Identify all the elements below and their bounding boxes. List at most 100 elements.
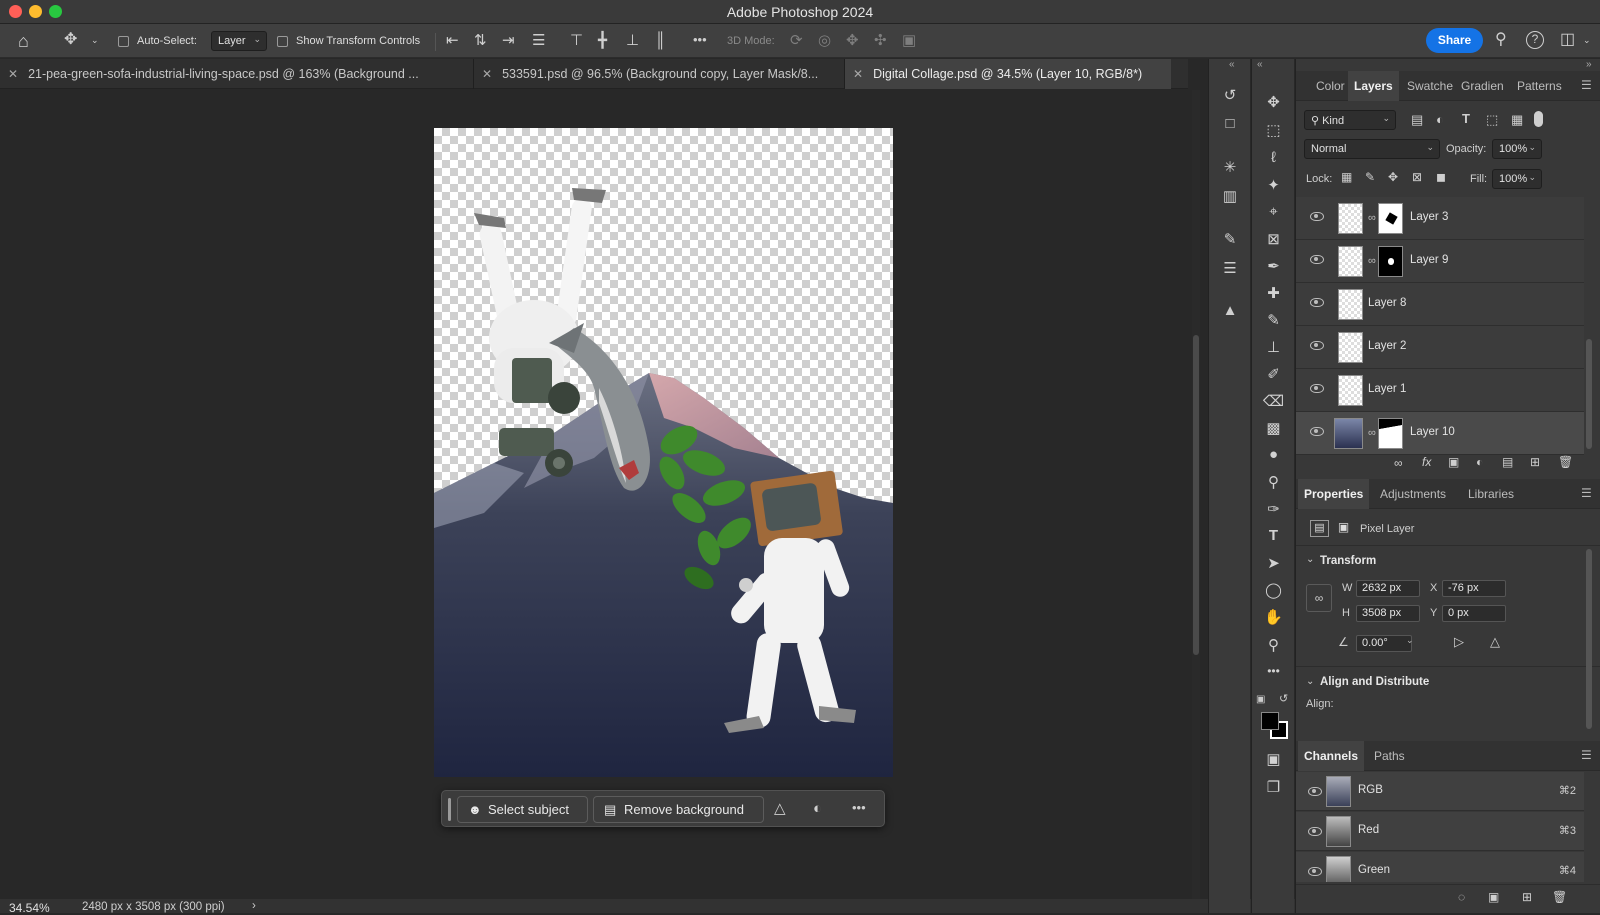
document-canvas[interactable] — [434, 128, 893, 777]
default-colors-icon[interactable]: ▣ — [1256, 694, 1265, 705]
eye-icon[interactable] — [1310, 255, 1324, 264]
delete-channel-icon[interactable]: 🗑 — [1552, 891, 1567, 903]
eyedropper-icon[interactable]: ✒ — [1252, 257, 1295, 275]
tab-adjustments[interactable]: Adjustments — [1374, 479, 1452, 509]
fx-icon[interactable]: fx — [1422, 456, 1431, 468]
adjustment-icon[interactable]: ◐ — [813, 801, 822, 816]
filter-type-icon[interactable]: T — [1462, 112, 1470, 125]
lock-artboard-icon[interactable]: ⊠ — [1412, 171, 1422, 183]
layer-row-selected[interactable]: ∞ Layer 10 — [1296, 412, 1584, 455]
history-brush-icon[interactable]: ✐ — [1252, 365, 1295, 383]
layer-thumbnail[interactable] — [1334, 418, 1363, 449]
lasso-tool-icon[interactable]: ℓ — [1252, 149, 1295, 166]
panel-menu-icon[interactable]: ☰ — [1581, 748, 1592, 762]
path-select-icon[interactable]: ➤ — [1252, 554, 1295, 572]
transform-icon[interactable]: △ — [774, 801, 786, 816]
layer-row[interactable]: Layer 1 — [1296, 369, 1584, 412]
channel-row[interactable]: Green ⌘4 — [1296, 852, 1584, 882]
home-icon[interactable]: ⌂ — [18, 32, 29, 50]
document-tab-1[interactable]: ✕ 21-pea-green-sofa-industrial-living-spa… — [0, 59, 472, 89]
drag-handle[interactable] — [448, 798, 451, 821]
adjust-sliders-icon[interactable]: ☰ — [1209, 259, 1251, 277]
gradient-tool-icon[interactable]: ▩ — [1252, 419, 1295, 437]
chevron-down-icon[interactable]: ⌄ — [1306, 554, 1314, 565]
layer-name[interactable]: Layer 9 — [1410, 254, 1448, 266]
layer-mask-thumbnail[interactable] — [1378, 203, 1403, 234]
align-center-icon[interactable]: ⇅ — [474, 33, 487, 48]
angle-field[interactable]: 0.00° — [1356, 635, 1412, 652]
layer-name[interactable]: Layer 2 — [1368, 340, 1406, 352]
filter-shape-icon[interactable]: ⬚ — [1486, 113, 1498, 126]
chevron-right-icon[interactable]: › — [252, 900, 256, 912]
flip-horizontal-icon[interactable]: ▷ — [1454, 635, 1464, 648]
histogram-icon[interactable]: ▥ — [1209, 187, 1251, 205]
eye-icon[interactable] — [1308, 787, 1322, 796]
help-icon[interactable]: ? — [1526, 31, 1544, 49]
link-layers-icon[interactable]: ∞ — [1394, 457, 1403, 469]
layer-mask-thumbnail[interactable] — [1378, 246, 1403, 277]
distribute-icon[interactable]: ☰ — [532, 33, 545, 48]
y-position-field[interactable]: 0 px — [1442, 605, 1506, 622]
chevron-down-icon[interactable]: ⌄ — [91, 36, 99, 45]
new-layer-icon[interactable]: ⊞ — [1530, 456, 1540, 468]
more-options-icon[interactable]: ••• — [693, 33, 707, 46]
lock-all-icon[interactable]: ◼ — [1436, 171, 1446, 183]
layer-row[interactable]: Layer 8 — [1296, 283, 1584, 326]
align-right-icon[interactable]: ⇥ — [502, 33, 515, 48]
eye-icon[interactable] — [1310, 212, 1324, 221]
flip-vertical-icon[interactable]: △ — [1490, 635, 1500, 648]
filter-toggle-icon[interactable] — [1534, 111, 1543, 127]
blend-mode-dropdown[interactable]: Normal ⌄ — [1304, 139, 1440, 159]
layer-name[interactable]: Layer 10 — [1410, 426, 1455, 438]
tab-layers[interactable]: Layers — [1348, 71, 1399, 101]
collapse-arrows-icon[interactable]: « — [1229, 59, 1235, 70]
new-adjustment-icon[interactable]: ◐ — [1476, 456, 1483, 468]
ellipse-tool-icon[interactable]: ◯ — [1252, 581, 1295, 599]
auto-select-dropdown[interactable]: Layer ⌄ — [211, 31, 267, 51]
move-tool-icon[interactable]: ✥ — [64, 32, 77, 48]
healing-brush-icon[interactable]: ✚ — [1252, 284, 1295, 302]
marquee-tool-icon[interactable]: ⬚ — [1252, 121, 1295, 139]
layer-thumbnail[interactable] — [1338, 246, 1363, 277]
swap-colors-icon[interactable]: ↺ — [1279, 692, 1288, 705]
show-transform-checkbox[interactable] — [277, 36, 288, 47]
mask-icon[interactable]: ▣ — [1334, 520, 1353, 537]
vertical-scrollbar[interactable] — [1192, 90, 1200, 900]
align-left-icon[interactable]: ⇤ — [446, 33, 459, 48]
tab-paths[interactable]: Paths — [1368, 741, 1411, 771]
add-mask-icon[interactable]: ▣ — [1448, 456, 1459, 468]
layer-thumbnail[interactable] — [1338, 289, 1363, 320]
chevron-down-icon[interactable]: ⌄ — [1306, 676, 1314, 687]
lock-position-icon[interactable]: ✥ — [1388, 171, 1398, 183]
collapse-arrows-icon[interactable]: « — [1257, 59, 1263, 70]
crop-tool-icon[interactable]: ⌖ — [1252, 203, 1295, 220]
lock-transparent-icon[interactable]: ▦ — [1341, 171, 1352, 183]
collapse-arrows-icon[interactable]: » — [1586, 59, 1592, 70]
eraser-icon[interactable]: ⌫ — [1252, 392, 1295, 410]
foreground-color-swatch[interactable] — [1261, 712, 1279, 730]
select-subject-button[interactable]: ☻ Select subject — [457, 796, 588, 823]
align-middle-icon[interactable]: ╋ — [598, 33, 607, 48]
tab-swatches[interactable]: Swatche — [1401, 71, 1459, 101]
layer-name[interactable]: Layer 1 — [1368, 383, 1406, 395]
link-icon[interactable]: ∞ — [1368, 427, 1376, 439]
save-selection-icon[interactable]: ▣ — [1488, 891, 1499, 903]
share-button[interactable]: Share — [1426, 28, 1483, 53]
stamp-tool-icon[interactable]: ⊥ — [1252, 338, 1295, 356]
tab-properties[interactable]: Properties — [1298, 479, 1370, 509]
zoom-tool-icon[interactable]: ⚲ — [1252, 636, 1295, 654]
link-icon[interactable]: ∞ — [1368, 212, 1376, 224]
screen-mode-icon[interactable]: ❐ — [1252, 778, 1295, 796]
tab-patterns[interactable]: Patterns — [1511, 71, 1568, 101]
document-tab-2[interactable]: ✕ 533591.psd @ 96.5% (Background copy, La… — [473, 59, 843, 89]
new-channel-icon[interactable]: ⊞ — [1522, 891, 1532, 903]
brush-tool-icon[interactable]: ✎ — [1252, 311, 1295, 329]
layer-row[interactable]: Layer 2 — [1296, 326, 1584, 369]
channel-row[interactable]: Red ⌘3 — [1296, 812, 1584, 851]
transform-section-title[interactable]: Transform — [1320, 555, 1376, 567]
type-tool-icon[interactable]: T — [1252, 527, 1295, 544]
workspace-icon[interactable]: ◫ — [1560, 32, 1575, 48]
magic-wand-icon[interactable]: ✦ — [1252, 176, 1295, 194]
comments-icon[interactable]: □ — [1209, 115, 1251, 132]
3d-cube-icon[interactable]: ▲ — [1209, 302, 1251, 319]
